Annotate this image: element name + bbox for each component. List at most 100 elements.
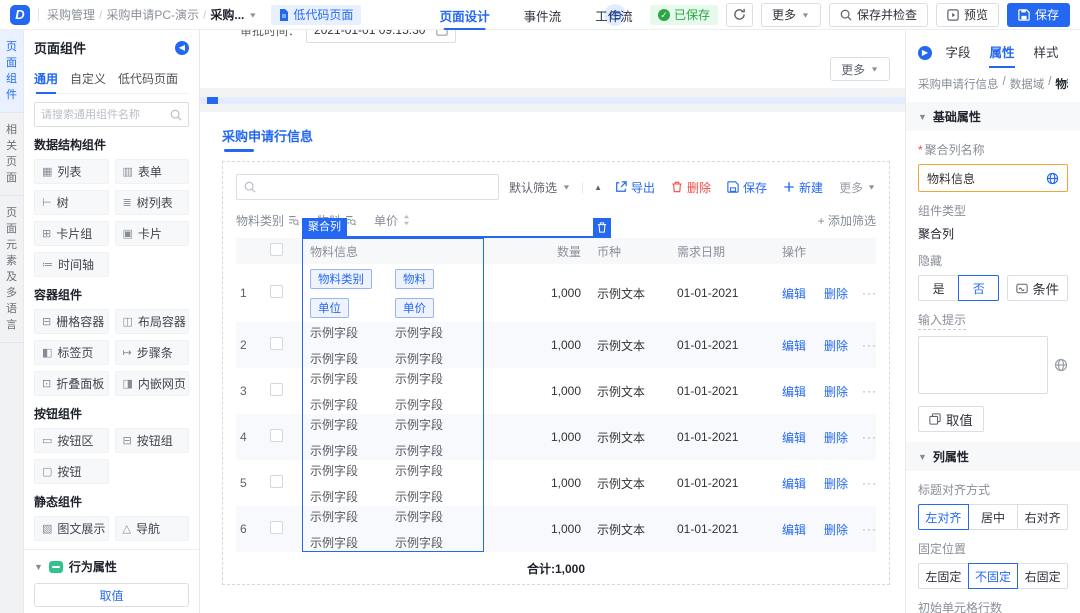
row-action-button[interactable]: 删除 xyxy=(824,337,848,354)
breadcrumb-item[interactable]: 采购申请行信息 xyxy=(918,76,999,92)
row-action-button[interactable]: 编辑 xyxy=(782,337,806,354)
component-item[interactable]: ▥ 表单 xyxy=(114,159,189,184)
component-item[interactable]: ◫ 布局容器 xyxy=(114,309,189,334)
field-chip[interactable]: 单位 xyxy=(310,297,349,318)
component-item[interactable]: △ 导航 xyxy=(114,516,189,541)
component-item[interactable]: ↦ 步骤条 xyxy=(114,340,189,365)
row-checkbox[interactable] xyxy=(270,429,283,442)
property-panel-tab[interactable]: 字段 xyxy=(943,38,972,68)
datetime-field[interactable]: 2021-01-01 09:15:30 xyxy=(306,30,457,43)
app-logo-icon[interactable]: D xyxy=(10,4,30,25)
field-chip[interactable]: 物料类别 xyxy=(310,268,372,289)
component-item[interactable]: ◧ 标签页 xyxy=(34,340,109,365)
behavior-button[interactable]: 取值 xyxy=(34,583,189,607)
get-value-button[interactable]: 取值 xyxy=(918,406,984,432)
field-chip[interactable]: 物料 xyxy=(395,268,434,289)
row-action-button[interactable]: 删除 xyxy=(824,383,848,400)
breadcrumb-item[interactable]: 数据域 xyxy=(1010,76,1045,92)
table-action-button[interactable]: 导出 xyxy=(615,179,655,196)
agg-name-input[interactable]: 物料信息 xyxy=(918,164,1068,192)
collapse-panel-icon[interactable]: ▶ xyxy=(918,46,932,60)
component-item[interactable]: ⊟ 栅格容器 xyxy=(34,309,109,334)
rail-tab[interactable]: 页面元素及多语言 xyxy=(0,196,23,343)
component-item[interactable]: ▧ 图文展示 xyxy=(34,516,109,541)
row-action-button[interactable]: 删除 xyxy=(824,521,848,538)
column-header[interactable]: 币种 xyxy=(589,243,669,260)
collapse-panel-icon[interactable]: ◀ xyxy=(175,40,189,55)
refresh-button[interactable] xyxy=(726,2,754,27)
filter-chip[interactable]: 单价 xyxy=(374,212,411,229)
component-item[interactable]: ◨ 内嵌网页 xyxy=(114,371,189,396)
filter-chip[interactable]: 物料类别 xyxy=(236,212,299,229)
align-option-button[interactable]: 居中 xyxy=(967,504,1019,530)
row-more-button[interactable]: ··· xyxy=(854,430,876,444)
globe-icon[interactable] xyxy=(1046,172,1059,185)
delete-column-button[interactable] xyxy=(593,218,611,236)
hidden-option-button[interactable]: 否 xyxy=(958,275,1000,301)
section-basic-properties[interactable]: ▼ 基础属性 xyxy=(906,102,1080,131)
insert-handle[interactable] xyxy=(207,97,218,104)
table-search-input[interactable] xyxy=(261,179,491,195)
row-action-button[interactable]: 删除 xyxy=(824,475,848,492)
component-panel-tab[interactable]: 自定义 xyxy=(70,65,106,93)
condition-button[interactable]: 条件 xyxy=(1007,275,1068,301)
row-more-button[interactable]: ··· xyxy=(854,522,876,536)
topbar-tab[interactable]: 页面设计 xyxy=(440,0,490,30)
fixed-option-button[interactable]: 不固定 xyxy=(967,563,1019,589)
component-item[interactable]: ⊢ 树 xyxy=(34,190,109,215)
component-item[interactable]: ⊟ 按钮组 xyxy=(114,428,189,453)
topbar-tab[interactable]: 事件流 xyxy=(524,0,562,30)
hint-textarea[interactable] xyxy=(918,336,1048,394)
component-item[interactable]: ⊡ 折叠面板 xyxy=(34,371,109,396)
component-item[interactable]: ⊞ 卡片组 xyxy=(34,221,109,246)
breadcrumb-item[interactable]: 物料信息 xyxy=(1055,76,1068,92)
section-column-properties[interactable]: ▼ 列属性 xyxy=(906,442,1080,471)
row-action-button[interactable]: 编辑 xyxy=(782,475,806,492)
row-more-button[interactable]: ··· xyxy=(854,338,876,352)
hidden-option-button[interactable]: 是 xyxy=(918,275,960,301)
align-option-button[interactable]: 右对齐 xyxy=(1017,504,1069,530)
row-action-button[interactable]: 编辑 xyxy=(782,285,806,302)
property-panel-tab[interactable]: 样式 xyxy=(1031,38,1060,68)
rail-tab[interactable]: 页面组件 xyxy=(0,30,23,113)
agg-column-header[interactable]: 物料信息 xyxy=(302,243,484,260)
breadcrumb-current[interactable]: 采购... xyxy=(210,6,244,23)
field-chip[interactable]: 单价 xyxy=(395,297,434,318)
align-option-button[interactable]: 左对齐 xyxy=(918,504,969,530)
section-tab[interactable]: 采购申请行信息 xyxy=(222,126,313,152)
topbar-tab[interactable]: 工作流 xyxy=(595,0,633,30)
component-item[interactable]: ▦ 列表 xyxy=(34,159,109,184)
row-action-button[interactable]: 删除 xyxy=(824,285,848,302)
default-filter-dropdown[interactable]: 默认筛选 ▼ xyxy=(509,179,571,196)
add-filter-button[interactable]: + 添加筛选 xyxy=(818,212,876,229)
fixed-option-button[interactable]: 左固定 xyxy=(918,563,969,589)
row-checkbox[interactable] xyxy=(270,285,283,298)
row-more-button[interactable]: ··· xyxy=(854,476,876,490)
component-panel-tab[interactable]: 低代码页面 xyxy=(118,65,178,93)
component-item[interactable]: ▢ 按钮 xyxy=(34,459,109,484)
collapse-toolbar-icon[interactable]: ▲ xyxy=(594,183,602,192)
breadcrumb-item[interactable]: 采购管理 xyxy=(47,6,95,23)
chevron-down-icon[interactable]: ▼ xyxy=(248,11,257,19)
rail-tab[interactable]: 相关页面 xyxy=(0,113,23,196)
row-action-button[interactable]: 编辑 xyxy=(782,429,806,446)
component-panel-tab[interactable]: 通用 xyxy=(34,65,58,94)
table-action-button[interactable]: 新建 xyxy=(783,179,823,196)
chevron-down-icon[interactable]: ▼ xyxy=(34,562,43,572)
table-action-button[interactable]: 删除 xyxy=(671,179,711,196)
row-checkbox[interactable] xyxy=(270,383,283,396)
save-button[interactable]: 保存 xyxy=(1006,2,1070,27)
table-action-button[interactable]: 更多 ▼ xyxy=(839,179,876,196)
column-header[interactable]: 数量 xyxy=(534,243,589,260)
component-item[interactable]: ≔ 时间轴 xyxy=(34,252,109,277)
component-item[interactable]: ▣ 卡片 xyxy=(114,221,189,246)
row-checkbox[interactable] xyxy=(270,521,283,534)
component-item[interactable]: ▭ 按钮区 xyxy=(34,428,109,453)
row-checkbox[interactable] xyxy=(270,475,283,488)
save-and-check-button[interactable]: 保存并检查 xyxy=(828,2,928,27)
more-button[interactable]: 更多 ▼ xyxy=(761,2,821,27)
column-header[interactable]: 需求日期 xyxy=(669,243,774,260)
property-panel-tab[interactable]: 属性 xyxy=(987,38,1016,68)
row-more-button[interactable]: ··· xyxy=(854,384,876,398)
row-checkbox[interactable] xyxy=(270,337,283,350)
